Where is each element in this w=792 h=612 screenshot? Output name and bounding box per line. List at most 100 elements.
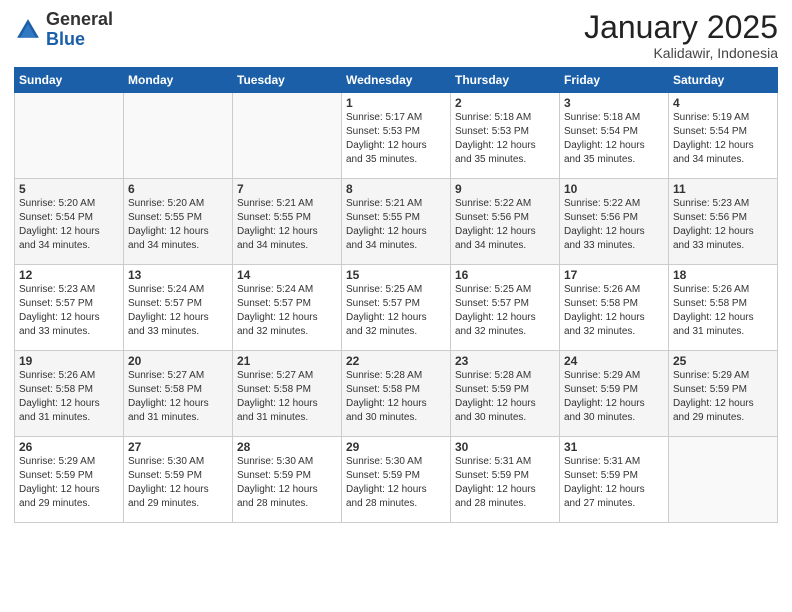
calendar-cell: 13Sunrise: 5:24 AMSunset: 5:57 PMDayligh…: [124, 265, 233, 351]
day-info: Sunrise: 5:18 AMSunset: 5:53 PMDaylight:…: [455, 111, 555, 167]
weekday-header-friday: Friday: [560, 68, 669, 93]
day-number: 25: [673, 354, 773, 368]
day-info: Sunrise: 5:21 AMSunset: 5:55 PMDaylight:…: [237, 197, 337, 253]
logo-icon: [14, 16, 42, 44]
weekday-header-tuesday: Tuesday: [233, 68, 342, 93]
weekday-header-thursday: Thursday: [451, 68, 560, 93]
day-info: Sunrise: 5:20 AMSunset: 5:54 PMDaylight:…: [19, 197, 119, 253]
day-info: Sunrise: 5:19 AMSunset: 5:54 PMDaylight:…: [673, 111, 773, 167]
day-info: Sunrise: 5:22 AMSunset: 5:56 PMDaylight:…: [455, 197, 555, 253]
day-number: 12: [19, 268, 119, 282]
day-number: 17: [564, 268, 664, 282]
calendar-cell: 24Sunrise: 5:29 AMSunset: 5:59 PMDayligh…: [560, 351, 669, 437]
day-info: Sunrise: 5:20 AMSunset: 5:55 PMDaylight:…: [128, 197, 228, 253]
day-info: Sunrise: 5:26 AMSunset: 5:58 PMDaylight:…: [19, 369, 119, 425]
day-number: 6: [128, 182, 228, 196]
calendar-week-3: 12Sunrise: 5:23 AMSunset: 5:57 PMDayligh…: [15, 265, 778, 351]
day-number: 2: [455, 96, 555, 110]
day-info: Sunrise: 5:26 AMSunset: 5:58 PMDaylight:…: [673, 283, 773, 339]
day-info: Sunrise: 5:17 AMSunset: 5:53 PMDaylight:…: [346, 111, 446, 167]
day-info: Sunrise: 5:23 AMSunset: 5:56 PMDaylight:…: [673, 197, 773, 253]
calendar-cell: 22Sunrise: 5:28 AMSunset: 5:58 PMDayligh…: [342, 351, 451, 437]
day-info: Sunrise: 5:26 AMSunset: 5:58 PMDaylight:…: [564, 283, 664, 339]
day-number: 30: [455, 440, 555, 454]
calendar-cell: 12Sunrise: 5:23 AMSunset: 5:57 PMDayligh…: [15, 265, 124, 351]
calendar-week-2: 5Sunrise: 5:20 AMSunset: 5:54 PMDaylight…: [15, 179, 778, 265]
day-info: Sunrise: 5:29 AMSunset: 5:59 PMDaylight:…: [673, 369, 773, 425]
day-number: 11: [673, 182, 773, 196]
day-number: 1: [346, 96, 446, 110]
day-info: Sunrise: 5:25 AMSunset: 5:57 PMDaylight:…: [346, 283, 446, 339]
calendar: SundayMondayTuesdayWednesdayThursdayFrid…: [14, 67, 778, 523]
day-info: Sunrise: 5:21 AMSunset: 5:55 PMDaylight:…: [346, 197, 446, 253]
day-number: 3: [564, 96, 664, 110]
day-info: Sunrise: 5:31 AMSunset: 5:59 PMDaylight:…: [564, 455, 664, 511]
day-number: 20: [128, 354, 228, 368]
calendar-cell: 26Sunrise: 5:29 AMSunset: 5:59 PMDayligh…: [15, 437, 124, 523]
day-number: 4: [673, 96, 773, 110]
calendar-cell: 9Sunrise: 5:22 AMSunset: 5:56 PMDaylight…: [451, 179, 560, 265]
day-number: 26: [19, 440, 119, 454]
calendar-cell: [233, 93, 342, 179]
calendar-cell: [124, 93, 233, 179]
day-info: Sunrise: 5:30 AMSunset: 5:59 PMDaylight:…: [128, 455, 228, 511]
day-info: Sunrise: 5:28 AMSunset: 5:58 PMDaylight:…: [346, 369, 446, 425]
calendar-cell: 7Sunrise: 5:21 AMSunset: 5:55 PMDaylight…: [233, 179, 342, 265]
calendar-cell: 15Sunrise: 5:25 AMSunset: 5:57 PMDayligh…: [342, 265, 451, 351]
calendar-cell: 5Sunrise: 5:20 AMSunset: 5:54 PMDaylight…: [15, 179, 124, 265]
day-number: 29: [346, 440, 446, 454]
day-number: 19: [19, 354, 119, 368]
weekday-header-sunday: Sunday: [15, 68, 124, 93]
day-info: Sunrise: 5:24 AMSunset: 5:57 PMDaylight:…: [128, 283, 228, 339]
day-info: Sunrise: 5:24 AMSunset: 5:57 PMDaylight:…: [237, 283, 337, 339]
calendar-week-4: 19Sunrise: 5:26 AMSunset: 5:58 PMDayligh…: [15, 351, 778, 437]
weekday-header-wednesday: Wednesday: [342, 68, 451, 93]
location: Kalidawir, Indonesia: [584, 45, 778, 61]
day-info: Sunrise: 5:25 AMSunset: 5:57 PMDaylight:…: [455, 283, 555, 339]
day-number: 10: [564, 182, 664, 196]
day-number: 13: [128, 268, 228, 282]
calendar-cell: 30Sunrise: 5:31 AMSunset: 5:59 PMDayligh…: [451, 437, 560, 523]
day-number: 18: [673, 268, 773, 282]
day-info: Sunrise: 5:18 AMSunset: 5:54 PMDaylight:…: [564, 111, 664, 167]
day-number: 15: [346, 268, 446, 282]
day-number: 7: [237, 182, 337, 196]
weekday-header-saturday: Saturday: [669, 68, 778, 93]
calendar-week-5: 26Sunrise: 5:29 AMSunset: 5:59 PMDayligh…: [15, 437, 778, 523]
day-number: 5: [19, 182, 119, 196]
calendar-cell: 6Sunrise: 5:20 AMSunset: 5:55 PMDaylight…: [124, 179, 233, 265]
day-number: 9: [455, 182, 555, 196]
day-number: 21: [237, 354, 337, 368]
day-info: Sunrise: 5:27 AMSunset: 5:58 PMDaylight:…: [128, 369, 228, 425]
calendar-cell: 27Sunrise: 5:30 AMSunset: 5:59 PMDayligh…: [124, 437, 233, 523]
calendar-cell: 1Sunrise: 5:17 AMSunset: 5:53 PMDaylight…: [342, 93, 451, 179]
calendar-cell: 29Sunrise: 5:30 AMSunset: 5:59 PMDayligh…: [342, 437, 451, 523]
calendar-cell: 25Sunrise: 5:29 AMSunset: 5:59 PMDayligh…: [669, 351, 778, 437]
calendar-cell: 4Sunrise: 5:19 AMSunset: 5:54 PMDaylight…: [669, 93, 778, 179]
calendar-cell: 17Sunrise: 5:26 AMSunset: 5:58 PMDayligh…: [560, 265, 669, 351]
day-number: 14: [237, 268, 337, 282]
calendar-cell: 14Sunrise: 5:24 AMSunset: 5:57 PMDayligh…: [233, 265, 342, 351]
logo: General Blue: [14, 10, 113, 50]
day-info: Sunrise: 5:30 AMSunset: 5:59 PMDaylight:…: [346, 455, 446, 511]
page: General Blue January 2025 Kalidawir, Ind…: [0, 0, 792, 612]
header: General Blue January 2025 Kalidawir, Ind…: [14, 10, 778, 61]
logo-general: General: [46, 9, 113, 29]
calendar-cell: 20Sunrise: 5:27 AMSunset: 5:58 PMDayligh…: [124, 351, 233, 437]
month-title: January 2025: [584, 10, 778, 45]
calendar-cell: 23Sunrise: 5:28 AMSunset: 5:59 PMDayligh…: [451, 351, 560, 437]
calendar-cell: 10Sunrise: 5:22 AMSunset: 5:56 PMDayligh…: [560, 179, 669, 265]
weekday-header-monday: Monday: [124, 68, 233, 93]
calendar-cell: 28Sunrise: 5:30 AMSunset: 5:59 PMDayligh…: [233, 437, 342, 523]
day-number: 24: [564, 354, 664, 368]
day-info: Sunrise: 5:29 AMSunset: 5:59 PMDaylight:…: [564, 369, 664, 425]
calendar-cell: 11Sunrise: 5:23 AMSunset: 5:56 PMDayligh…: [669, 179, 778, 265]
day-number: 23: [455, 354, 555, 368]
day-info: Sunrise: 5:22 AMSunset: 5:56 PMDaylight:…: [564, 197, 664, 253]
calendar-cell: 3Sunrise: 5:18 AMSunset: 5:54 PMDaylight…: [560, 93, 669, 179]
calendar-cell: 19Sunrise: 5:26 AMSunset: 5:58 PMDayligh…: [15, 351, 124, 437]
day-number: 16: [455, 268, 555, 282]
day-number: 28: [237, 440, 337, 454]
day-number: 31: [564, 440, 664, 454]
day-info: Sunrise: 5:30 AMSunset: 5:59 PMDaylight:…: [237, 455, 337, 511]
